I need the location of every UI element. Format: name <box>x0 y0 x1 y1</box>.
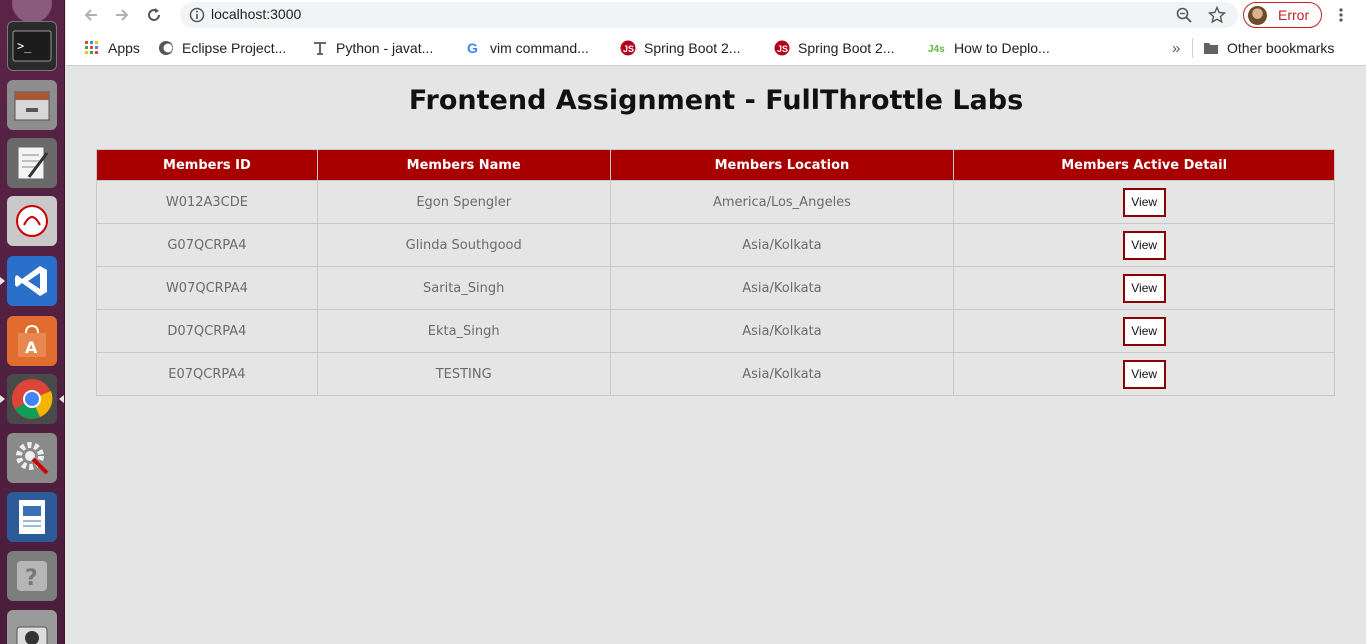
typewriter-icon <box>312 40 328 56</box>
spring-icon: JS <box>620 40 636 56</box>
column-header-location: Members Location <box>609 149 955 181</box>
bookmark-deploy[interactable]: J4s How to Deplo... <box>928 39 1050 57</box>
page-title: Frontend Assignment - FullThrottle Labs <box>408 85 1024 116</box>
svg-text:?: ? <box>25 566 38 591</box>
bookmark-label: Other bookmarks <box>1227 40 1335 56</box>
member-detail-cell: View <box>953 180 1335 224</box>
bookmark-spring-2[interactable]: JS Spring Boot 2... <box>774 39 895 57</box>
svg-text:>_: >_ <box>17 39 32 53</box>
table-row: G07QCRPA4 Glinda Southgood Asia/Kolkata … <box>96 223 1335 267</box>
forward-button[interactable] <box>111 4 133 26</box>
column-header-id: Members ID <box>96 149 318 181</box>
help-icon[interactable]: ? <box>7 551 57 601</box>
url-text: localhost:3000 <box>211 6 302 22</box>
google-icon: G <box>466 40 482 56</box>
svg-text:A: A <box>25 338 38 357</box>
table-row: D07QCRPA4 Ekta_Singh Asia/Kolkata View <box>96 309 1335 353</box>
member-location: Asia/Kolkata <box>609 352 955 396</box>
member-location: Asia/Kolkata <box>609 223 955 267</box>
other-bookmarks[interactable]: Other bookmarks <box>1203 39 1334 57</box>
member-location: Asia/Kolkata <box>609 266 955 310</box>
view-button[interactable]: View <box>1122 359 1166 389</box>
member-id: G07QCRPA4 <box>96 223 318 267</box>
profile-status: Error <box>1278 7 1310 23</box>
back-button[interactable] <box>80 4 102 26</box>
software-center-icon[interactable]: A <box>7 316 57 366</box>
member-name: Egon Spengler <box>316 180 611 224</box>
bookmark-label: Spring Boot 2... <box>644 40 741 56</box>
bookmarks-bar: Apps Eclipse Project... Python - javat..… <box>66 30 1366 66</box>
svg-text:JS: JS <box>623 44 634 54</box>
member-id: W07QCRPA4 <box>96 266 318 310</box>
table-header-row: Members ID Members Name Members Location… <box>96 149 1335 181</box>
member-location: Asia/Kolkata <box>609 309 955 353</box>
libreoffice-writer-icon[interactable] <box>7 492 57 542</box>
terminal-icon[interactable]: >_ <box>7 21 57 71</box>
bookmarks-overflow-button[interactable]: » <box>1172 39 1180 57</box>
text-editor-icon[interactable] <box>7 138 57 188</box>
view-button[interactable]: View <box>1122 187 1166 217</box>
j4s-icon: J4s <box>928 40 946 56</box>
view-button[interactable]: View <box>1122 230 1166 260</box>
member-name: TESTING <box>316 352 611 396</box>
bookmark-apps[interactable]: Apps <box>84 39 140 57</box>
eclipse-icon <box>158 40 174 56</box>
info-icon[interactable] <box>189 7 205 27</box>
bookmark-label: How to Deplo... <box>954 40 1050 56</box>
apps-grid-icon <box>84 40 100 56</box>
member-name: Glinda Southgood <box>316 223 611 267</box>
member-detail-cell: View <box>953 309 1335 353</box>
table-row: E07QCRPA4 TESTING Asia/Kolkata View <box>96 352 1335 396</box>
member-name: Ekta_Singh <box>316 309 611 353</box>
file-manager-icon[interactable] <box>7 80 57 130</box>
address-bar[interactable]: localhost:3000 <box>180 2 1238 28</box>
member-id: W012A3CDE <box>96 180 318 224</box>
bookmark-label: Eclipse Project... <box>182 40 287 56</box>
reload-button[interactable] <box>143 4 165 26</box>
avatar <box>1248 6 1267 25</box>
bookmark-label: Spring Boot 2... <box>798 40 895 56</box>
bookmark-eclipse[interactable]: Eclipse Project... <box>158 39 286 57</box>
table-row: W07QCRPA4 Sarita_Singh Asia/Kolkata View <box>96 266 1335 310</box>
column-header-name: Members Name <box>316 149 611 181</box>
folder-icon <box>1203 40 1219 56</box>
member-detail-cell: View <box>953 266 1335 310</box>
member-name: Sarita_Singh <box>316 266 611 310</box>
profile-error-chip[interactable]: Error <box>1243 2 1322 28</box>
member-detail-cell: View <box>953 352 1335 396</box>
vscode-icon[interactable] <box>7 256 57 306</box>
browser-toolbar: localhost:3000 Error <box>66 0 1366 30</box>
document-viewer-icon[interactable] <box>7 196 57 246</box>
bookmark-label: Apps <box>108 40 140 56</box>
menu-kebab-icon[interactable] <box>1330 4 1352 26</box>
member-location: America/Los_Angeles <box>609 180 955 224</box>
svg-text:JS: JS <box>777 44 788 54</box>
view-button[interactable]: View <box>1122 273 1166 303</box>
member-id: E07QCRPA4 <box>96 352 318 396</box>
bookmark-label: vim command... <box>490 40 589 56</box>
zoom-icon[interactable] <box>1176 7 1192 27</box>
chrome-icon[interactable] <box>7 374 57 424</box>
bookmark-python[interactable]: Python - javat... <box>312 39 433 57</box>
bookmark-divider <box>1192 38 1193 58</box>
ubuntu-launcher: >_ A ? <box>0 0 65 644</box>
view-button[interactable]: View <box>1122 316 1166 346</box>
bookmark-spring-1[interactable]: JS Spring Boot 2... <box>620 39 741 57</box>
member-id: D07QCRPA4 <box>96 309 318 353</box>
svg-text:G: G <box>467 40 478 56</box>
member-detail-cell: View <box>953 223 1335 267</box>
spring-icon: JS <box>774 40 790 56</box>
page-content: Frontend Assignment - FullThrottle Labs … <box>66 67 1366 644</box>
bookmark-vim[interactable]: G vim command... <box>466 39 589 57</box>
table-row: W012A3CDE Egon Spengler America/Los_Ange… <box>96 180 1335 224</box>
members-table: Members ID Members Name Members Location… <box>96 149 1335 396</box>
system-settings-icon[interactable] <box>7 433 57 483</box>
bookmark-star-icon[interactable] <box>1207 5 1227 28</box>
camera-icon[interactable] <box>7 610 57 644</box>
bookmark-label: Python - javat... <box>336 40 434 56</box>
column-header-detail: Members Active Detail <box>953 149 1335 181</box>
svg-text:J4s: J4s <box>928 44 945 55</box>
